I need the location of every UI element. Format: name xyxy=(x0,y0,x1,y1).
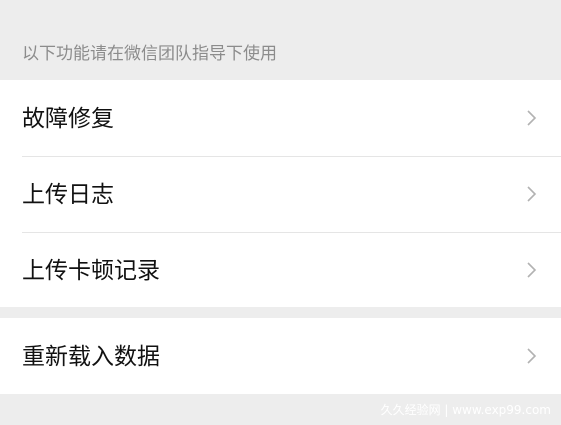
section-header: 以下功能请在微信团队指导下使用 xyxy=(0,0,561,80)
settings-group-reload: 重新载入数据 xyxy=(0,318,561,394)
list-item-label: 故障修复 xyxy=(22,106,114,132)
watermark: 久久经验网 | www.exp99.com xyxy=(380,403,551,417)
list-item-upload-lag-record[interactable]: 上传卡顿记录 xyxy=(0,232,561,308)
chevron-right-icon xyxy=(527,262,537,278)
list-item-label: 重新载入数据 xyxy=(22,344,160,370)
list-item-label: 上传卡顿记录 xyxy=(22,258,160,284)
list-item-upload-log[interactable]: 上传日志 xyxy=(0,156,561,232)
chevron-right-icon xyxy=(527,186,537,202)
settings-group-debug: 故障修复 上传日志 上传卡顿记录 xyxy=(0,80,561,307)
chevron-right-icon xyxy=(527,110,537,126)
section-hint: 以下功能请在微信团队指导下使用 xyxy=(22,44,277,64)
list-item-fix-fault[interactable]: 故障修复 xyxy=(0,80,561,156)
list-item-reload-data[interactable]: 重新载入数据 xyxy=(0,318,561,394)
list-item-label: 上传日志 xyxy=(22,182,114,208)
chevron-right-icon xyxy=(527,348,537,364)
